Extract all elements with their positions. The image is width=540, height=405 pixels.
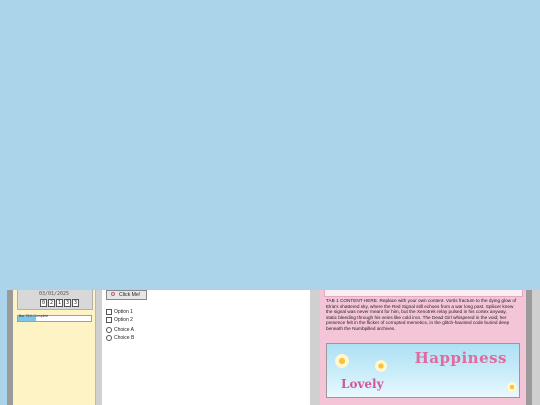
radio-choice-a[interactable]: Choice A bbox=[106, 327, 134, 333]
radio-circle[interactable] bbox=[106, 327, 112, 333]
hit-counter: 0 2 1 3 3 bbox=[40, 299, 79, 307]
radio-circle[interactable] bbox=[106, 335, 112, 341]
happiness-banner-image: Happiness Lovely bbox=[326, 343, 520, 398]
flower-icon bbox=[335, 354, 349, 368]
banner-text-happiness: Happiness bbox=[414, 349, 507, 367]
checkbox-label: Option 1 bbox=[114, 309, 133, 315]
main-panel bbox=[102, 290, 310, 405]
counter-digit: 1 bbox=[56, 299, 63, 307]
counter-date: 03/01/2025 bbox=[38, 291, 70, 297]
page-frame: 03/01/2025 0 2 1 3 3 Bar 75% Complete Cl… bbox=[0, 290, 540, 405]
column-gap bbox=[310, 290, 320, 405]
checkbox-box[interactable] bbox=[106, 317, 112, 323]
radio-label: Choice B bbox=[114, 335, 135, 341]
progress-label: Bar 75% Complete bbox=[19, 314, 49, 318]
radio-choice-b[interactable]: Choice B bbox=[106, 335, 134, 341]
smiley-icon bbox=[111, 292, 115, 296]
counter-digit: 3 bbox=[64, 299, 71, 307]
tab-strip bbox=[324, 290, 523, 297]
checkbox-label: Option 2 bbox=[114, 317, 133, 323]
flower-icon bbox=[507, 382, 517, 392]
banner-text-lovely: Lovely bbox=[341, 377, 384, 391]
counter-digit: 0 bbox=[40, 299, 47, 307]
button-label: Click Me! bbox=[119, 292, 141, 298]
radio-label: Choice A bbox=[114, 327, 135, 333]
checkbox-option-1[interactable]: Option 1 bbox=[106, 309, 133, 315]
flower-icon bbox=[375, 360, 387, 372]
tab-content-text: TAB 1 CONTENT HERE. Replace with your ow… bbox=[326, 298, 517, 331]
checkbox-box[interactable] bbox=[106, 309, 112, 315]
counter-digit: 3 bbox=[72, 299, 79, 307]
checkbox-option-2[interactable]: Option 2 bbox=[106, 317, 133, 323]
scrollbar-track[interactable] bbox=[532, 290, 540, 405]
counter-digit: 2 bbox=[48, 299, 55, 307]
